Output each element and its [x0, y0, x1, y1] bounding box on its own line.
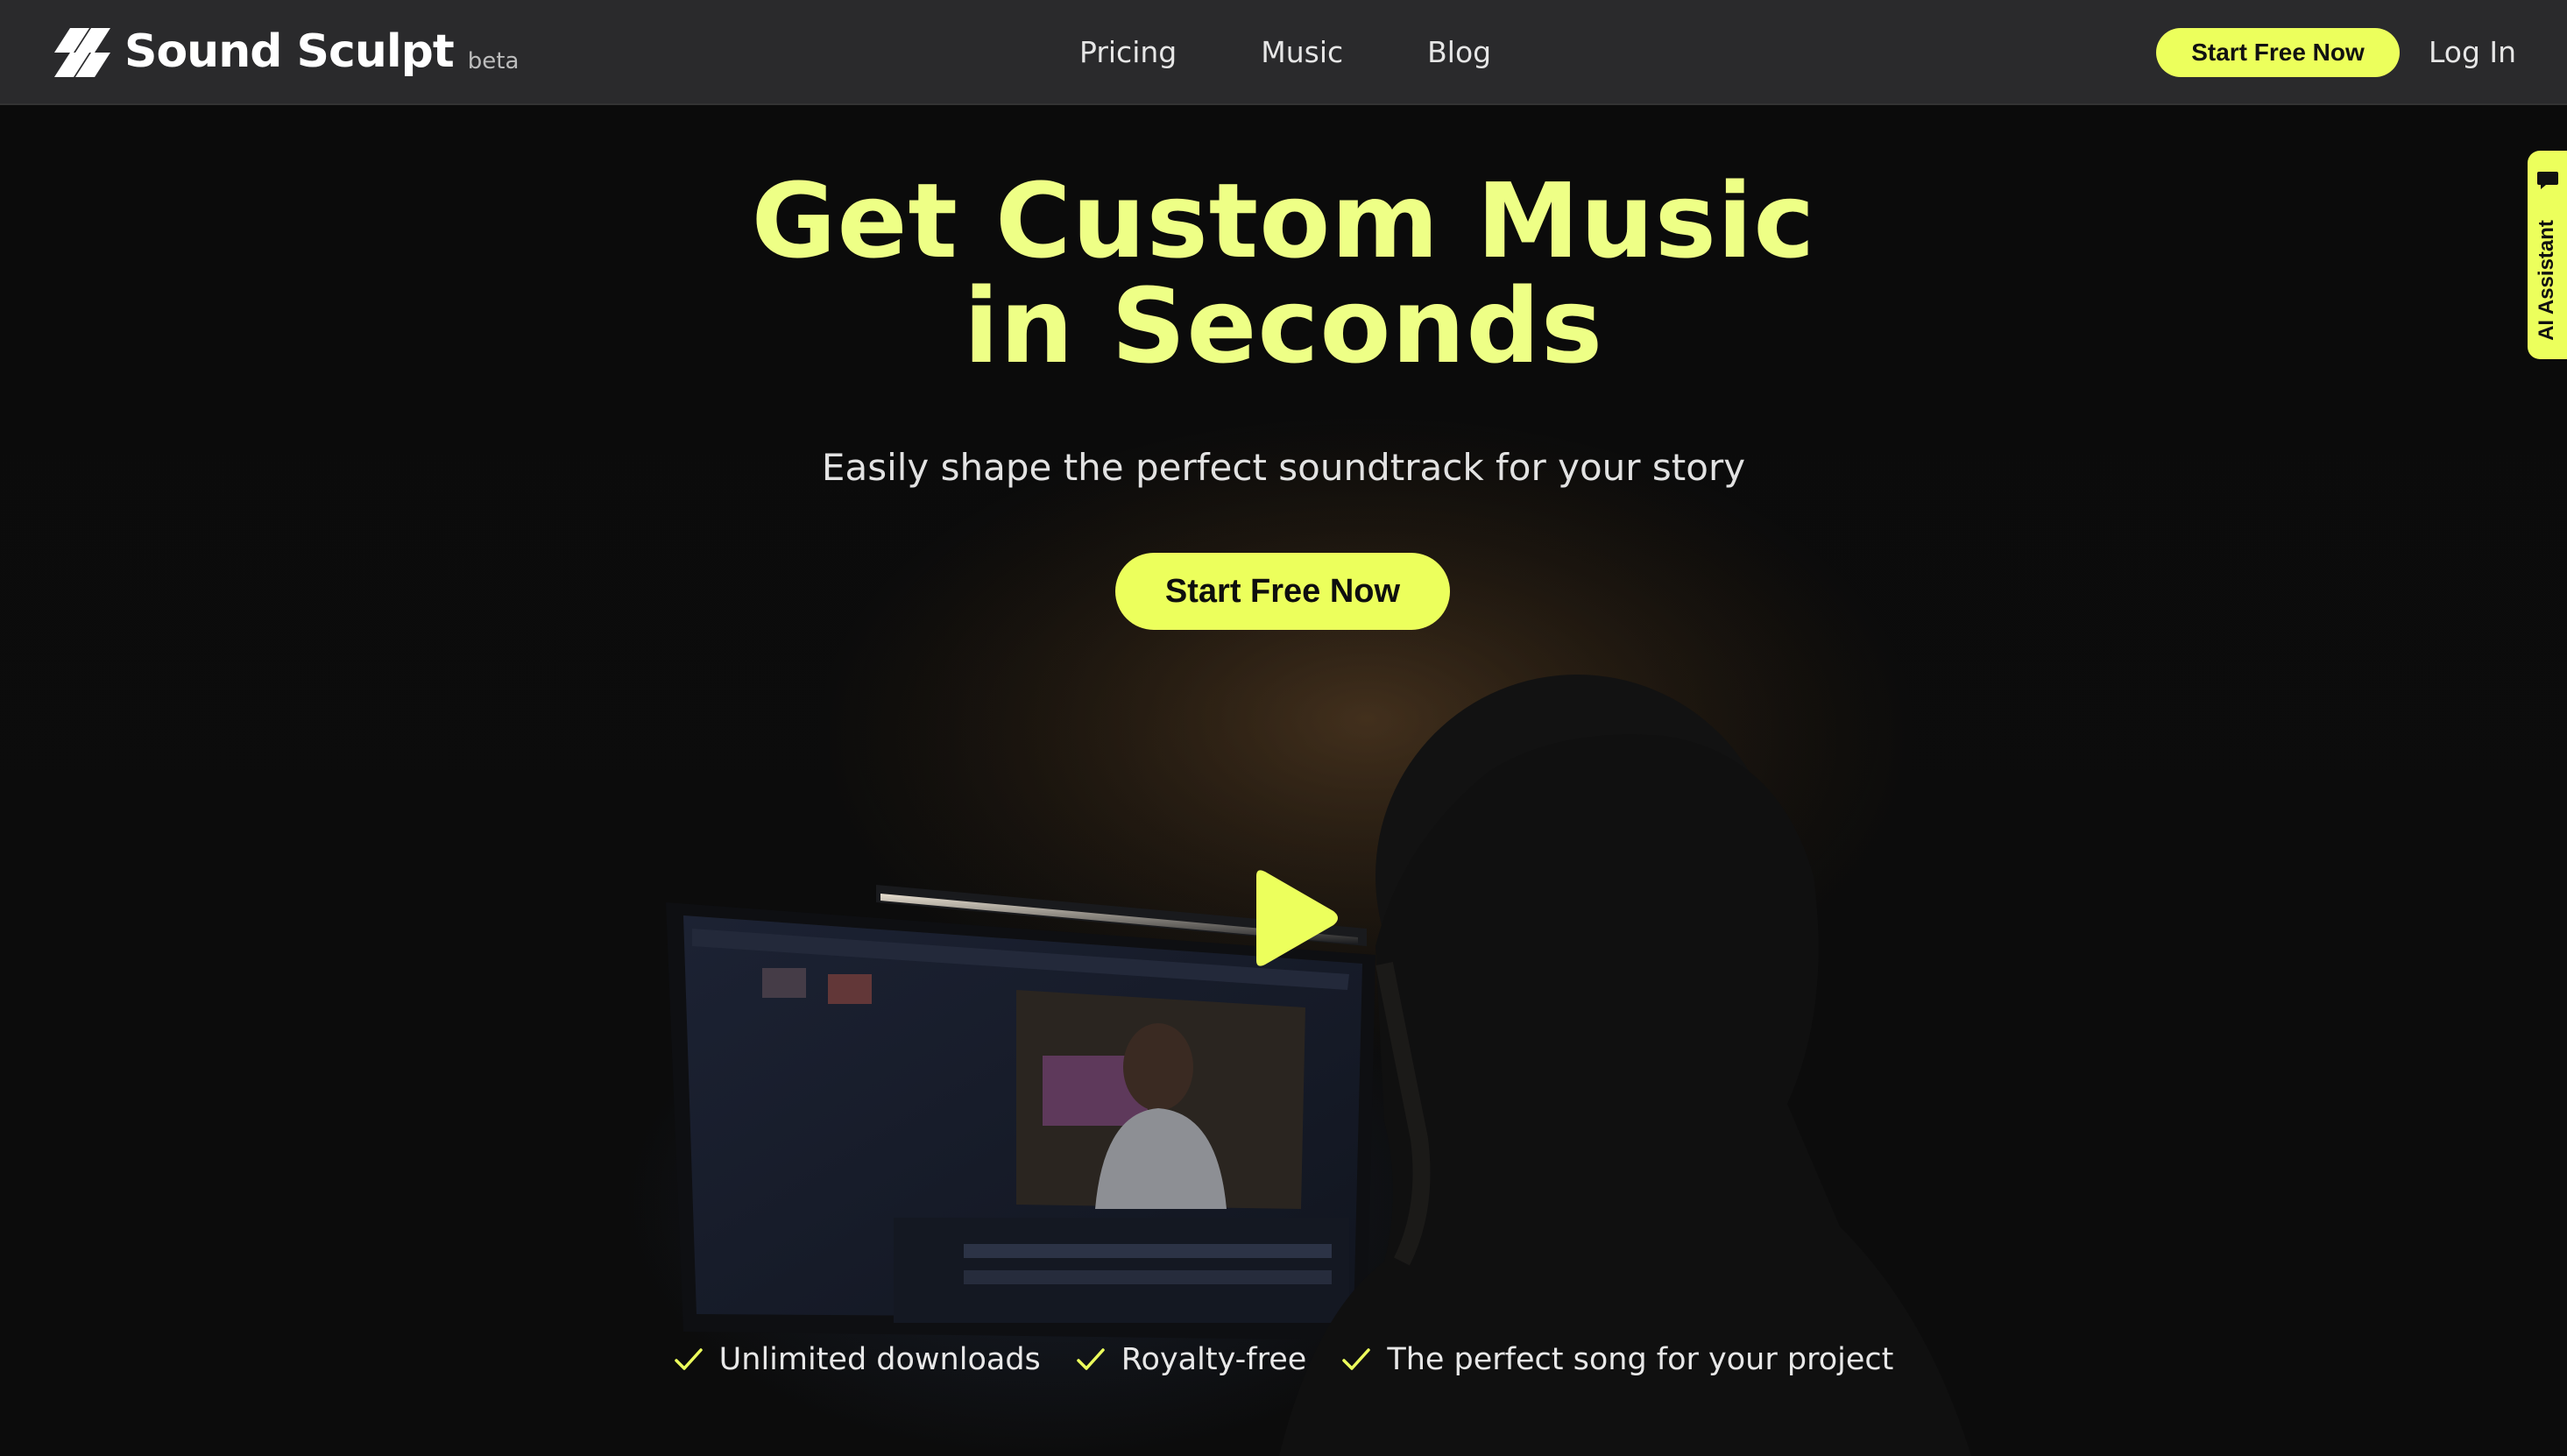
landing-page: Sound Sculpt beta Pricing Music Blog Sta… [0, 0, 2567, 1456]
feature-text: The perfect song for your project [1387, 1342, 1894, 1377]
feature-list: Unlimited downloads Royalty-free The per… [0, 1335, 2567, 1384]
ai-assistant-label: AI Assistant [2535, 220, 2558, 341]
check-icon [1342, 1348, 1371, 1370]
brand-name: Sound Sculpt [124, 25, 455, 78]
login-link[interactable]: Log In [2429, 32, 2516, 74]
feature-item: The perfect song for your project [1341, 1335, 1893, 1384]
check-icon [1077, 1348, 1105, 1370]
ai-assistant-tab[interactable]: AI Assistant [2528, 151, 2567, 359]
hero-subtitle: Easily shape the perfect soundtrack for … [821, 446, 1746, 489]
play-icon[interactable] [1244, 867, 1340, 969]
feature-text: Royalty-free [1121, 1342, 1307, 1377]
hero-title-line-1: Get Custom Music [751, 160, 1816, 281]
check-icon [674, 1348, 703, 1370]
nav-link-pricing[interactable]: Pricing [1079, 32, 1177, 74]
feature-item: Unlimited downloads [674, 1335, 1041, 1384]
beta-badge: beta [467, 48, 520, 74]
chat-bubble-icon [2537, 172, 2558, 189]
hero-title-line-2: in Seconds [963, 265, 1604, 386]
sound-sculpt-logo-icon [54, 28, 110, 77]
feature-text: Unlimited downloads [718, 1342, 1041, 1377]
feature-item: Royalty-free [1076, 1335, 1307, 1384]
nav-links: Pricing Music Blog [1079, 32, 1491, 74]
hero-title: Get Custom Music in Seconds [0, 168, 2567, 378]
nav-link-blog[interactable]: Blog [1427, 32, 1491, 74]
hero-start-free-button[interactable]: Start Free Now [1115, 553, 1450, 630]
brand[interactable]: Sound Sculpt beta [54, 25, 519, 79]
nav-link-music[interactable]: Music [1261, 32, 1343, 74]
top-navbar: Sound Sculpt beta Pricing Music Blog Sta… [0, 0, 2567, 105]
nav-start-free-button[interactable]: Start Free Now [2156, 28, 2400, 77]
